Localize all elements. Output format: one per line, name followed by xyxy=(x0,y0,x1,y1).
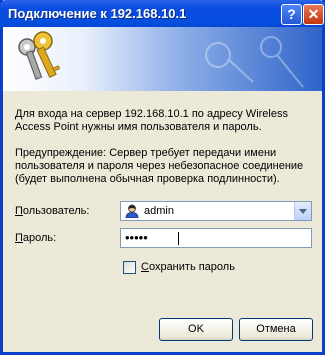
cancel-button[interactable]: Отмена xyxy=(239,318,313,341)
password-label-text: ароль: xyxy=(22,232,57,244)
username-label-accel: П xyxy=(15,205,23,217)
remember-label-accel: С xyxy=(141,261,149,273)
username-label-text: ользователь: xyxy=(22,205,90,217)
text-caret xyxy=(178,232,179,245)
warning-line-1: Предупреждение: Сервер требует передачи … xyxy=(15,147,277,159)
title-bar[interactable]: Подключение к 192.168.10.1 ? ✕ xyxy=(0,0,325,30)
password-value: ••••• xyxy=(125,230,148,245)
username-label: Пользователь: xyxy=(15,205,89,217)
username-combobox[interactable]: admin xyxy=(120,201,312,221)
login-dialog: Подключение к 192.168.10.1 ? ✕ Для входа xyxy=(0,0,325,355)
message-line-1: Для входа на сервер 192.168.10.1 по адре… xyxy=(15,108,288,120)
banner-art xyxy=(18,31,304,88)
help-button[interactable]: ? xyxy=(281,4,302,25)
chevron-down-icon xyxy=(299,209,307,214)
user-icon xyxy=(125,204,139,218)
warning-line-2: пользователя и пароля через небезопасное… xyxy=(15,160,304,172)
close-button[interactable]: ✕ xyxy=(303,4,324,25)
keys-icon xyxy=(18,31,61,80)
password-label-accel: П xyxy=(15,232,23,244)
password-field[interactable]: ••••• xyxy=(120,228,312,248)
warning-line-3: (будет выполнена обычная проверка подлин… xyxy=(15,173,280,185)
username-value: admin xyxy=(144,205,174,217)
username-dropdown-button[interactable] xyxy=(294,202,311,220)
remember-label-text: охранить пароль xyxy=(148,261,235,273)
ok-button[interactable]: OK xyxy=(159,318,233,341)
remember-password-label[interactable]: Сохранить пароль xyxy=(141,261,235,273)
window-title: Подключение к 192.168.10.1 xyxy=(8,6,187,21)
password-label: Пароль: xyxy=(15,232,56,244)
remember-password-checkbox[interactable] xyxy=(123,261,136,274)
banner xyxy=(3,27,322,91)
message-line-2: Access Point нужны имя пользователя и па… xyxy=(15,121,262,133)
